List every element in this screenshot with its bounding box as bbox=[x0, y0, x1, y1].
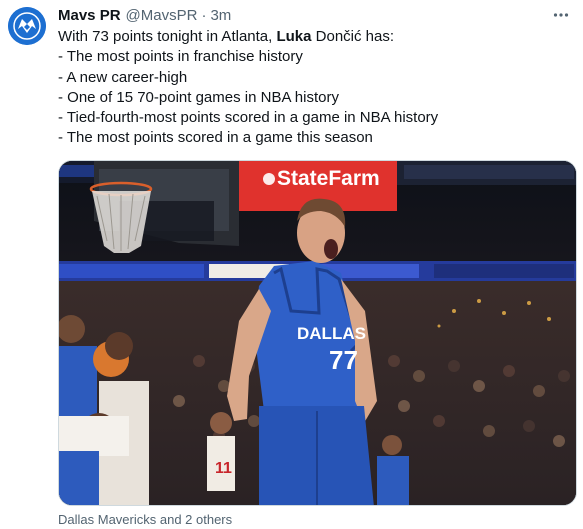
sponsor-sign-text: StateFarm bbox=[277, 167, 380, 190]
tweet-header: Mavs PR @MavsPR · 3m bbox=[58, 6, 231, 24]
jersey-team-text: DALLAS bbox=[297, 324, 366, 343]
more-horizontal-icon bbox=[553, 13, 569, 17]
tweet-text: With 73 points tonight in Atlanta, Luka … bbox=[58, 27, 568, 149]
bullet-line: - The most points in franchise history bbox=[58, 48, 303, 66]
game-photo: StateFarm 11 DALLAS 77 bbox=[59, 161, 576, 505]
bullet-line: - One of 15 70-point games in NBA histor… bbox=[58, 88, 339, 106]
intro-suffix: Dončić has: bbox=[311, 28, 395, 45]
tweet-photo[interactable]: StateFarm 11 DALLAS 77 bbox=[58, 160, 577, 506]
display-name[interactable]: Mavs PR bbox=[58, 7, 121, 24]
tweet-intro-line: With 73 points tonight in Atlanta, Luka … bbox=[58, 27, 568, 47]
avatar[interactable] bbox=[8, 7, 46, 45]
mavericks-logo-icon bbox=[8, 7, 46, 45]
timestamp[interactable]: 3m bbox=[210, 7, 231, 24]
bullet-line: - The most points scored in a game this … bbox=[58, 129, 373, 147]
intro-prefix: With 73 points tonight in Atlanta, bbox=[58, 28, 277, 45]
separator-dot: · bbox=[201, 6, 207, 24]
atlanta-jersey-number: 11 bbox=[215, 460, 232, 477]
bullet-line: - Tied-fourth-most points scored in a ga… bbox=[58, 109, 439, 127]
user-handle[interactable]: @MavsPR bbox=[126, 7, 198, 24]
jersey-number-text: 77 bbox=[329, 345, 358, 375]
more-options-button[interactable] bbox=[549, 5, 573, 25]
bullet-line: - A new career-high bbox=[58, 68, 188, 86]
media-tags-caption[interactable]: Dallas Mavericks and 2 others bbox=[58, 512, 232, 527]
mention-luka: Luka bbox=[276, 28, 312, 45]
